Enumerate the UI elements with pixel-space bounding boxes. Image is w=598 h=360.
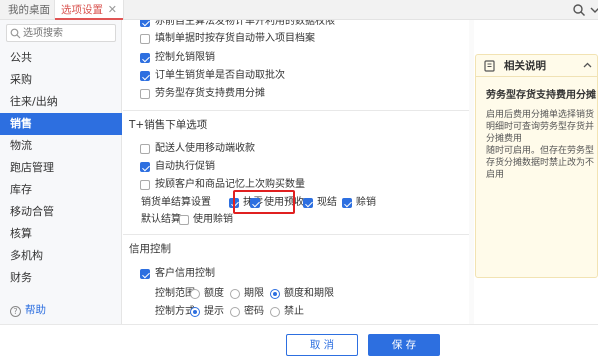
scrollbar[interactable]	[469, 20, 474, 324]
close-icon[interactable]: ✕	[108, 0, 117, 20]
option-labor-cost-label: 劳务型存货支持费用分摊	[155, 88, 265, 99]
checkbox-cash-settle[interactable]	[303, 198, 313, 208]
settle-setting-label: 销货单结算设置	[141, 197, 211, 208]
sidebar-item-accounts[interactable]: 往来/出纳	[0, 91, 122, 113]
radio-prompt-label: 提示	[204, 306, 224, 317]
radio-amount-label: 额度	[204, 288, 224, 299]
sidebar-item-accounting[interactable]: 核算	[0, 223, 122, 245]
sidebar: 公共 采购 往来/出纳 销售 物流 跑店管理 库存 移动合管 核算 多机构 财务…	[0, 20, 122, 360]
sidebar-item-purchase[interactable]: 采购	[0, 69, 122, 91]
footer-bar: 取 消 保 存	[0, 324, 598, 360]
sidebar-item-multi-org[interactable]: 多机构	[0, 245, 122, 267]
radio-amount-and-term[interactable]	[270, 289, 280, 299]
default-credit-label: 使用赊销	[193, 214, 233, 225]
checkbox-option-1[interactable]	[140, 20, 150, 27]
highlight-box	[233, 190, 295, 214]
settings-panel: 赤前自主算法发物计单开利用的数据权限 填制单据时按存货自动带入项目档案 控制允销…	[123, 20, 474, 324]
sidebar-item-finance[interactable]: 财务	[0, 267, 122, 289]
option-1-label: 赤前自主算法发物计单开利用的数据权限	[155, 20, 335, 27]
checkbox-default-credit[interactable]	[179, 215, 189, 225]
credit-mode-label: 控制方式	[155, 306, 195, 317]
search-icon	[10, 28, 21, 39]
radio-amount-and-term-label: 额度和期限	[284, 288, 334, 299]
radio-forbid[interactable]	[270, 307, 280, 317]
chevron-down-icon[interactable]	[588, 3, 598, 17]
search-icon[interactable]	[572, 3, 586, 17]
radio-password[interactable]	[230, 307, 240, 317]
sidebar-item-sales[interactable]: 销售	[0, 113, 122, 135]
tab-bar: 我的桌面 选项设置 ✕	[0, 0, 598, 20]
option-allow-restrict-label: 控制允销限销	[155, 52, 215, 63]
radio-prompt[interactable]	[190, 307, 200, 317]
divider	[123, 234, 474, 235]
sidebar-item-store-visit[interactable]: 跑店管理	[0, 157, 122, 179]
option-mobile-collection-label: 配送人使用移动端收款	[155, 143, 255, 154]
checkbox-auto-batch[interactable]	[140, 71, 150, 81]
checkbox-customer-credit[interactable]	[140, 269, 150, 279]
cancel-button[interactable]: 取 消	[286, 334, 358, 356]
credit-range-label: 控制范围	[155, 288, 195, 299]
info-panel: 相关说明 劳务型存货支持费用分摊 启用后费用分摊单选择销货明细时可查询劳务型存货…	[475, 54, 598, 278]
checkbox-credit-sale[interactable]	[342, 198, 352, 208]
section-title-t-sales: T+销售下单选项	[129, 119, 208, 131]
info-panel-title: 相关说明	[504, 60, 546, 72]
divider	[123, 110, 474, 111]
credit-sale-label: 赊销	[356, 197, 376, 208]
radio-term[interactable]	[230, 289, 240, 299]
checkbox-auto-promotion[interactable]	[140, 162, 150, 172]
checkbox-allow-restrict[interactable]	[140, 53, 150, 63]
option-auto-promotion-label: 自动执行促销	[155, 161, 215, 172]
customer-credit-label: 客户信用控制	[155, 268, 215, 279]
info-panel-body: 启用后费用分摊单选择销货明细时可查询劳务型存货并分摊费用 随时可启用。但存在劳务…	[486, 110, 595, 180]
cash-settle-label: 现结	[317, 197, 337, 208]
tab-label: 选项设置	[61, 4, 103, 16]
help-link[interactable]: ? 帮助	[10, 303, 46, 317]
checkbox-auto-project[interactable]	[140, 34, 150, 44]
radio-forbid-label: 禁止	[284, 306, 304, 317]
chevron-up-icon[interactable]	[582, 60, 593, 71]
sidebar-search[interactable]	[6, 24, 116, 42]
tab-options-settings[interactable]: 选项设置 ✕	[54, 0, 124, 20]
section-title-credit: 信用控制	[129, 243, 171, 255]
help-label: 帮助	[25, 304, 46, 316]
checkbox-remember-qty[interactable]	[140, 180, 150, 190]
radio-password-label: 密码	[244, 306, 264, 317]
default-settle-label: 默认结算	[141, 214, 181, 225]
info-panel-header: 相关说明	[476, 55, 597, 77]
option-auto-batch-label: 订单生销货单是否自动取批次	[155, 70, 285, 81]
sidebar-item-logistics[interactable]: 物流	[0, 135, 122, 157]
sidebar-item-mobile[interactable]: 移动合管	[0, 201, 122, 223]
radio-term-label: 期限	[244, 288, 264, 299]
checkbox-labor-cost[interactable]	[140, 89, 150, 99]
option-auto-project-label: 填制单据时按存货自动带入项目档案	[155, 33, 315, 44]
sidebar-item-public[interactable]: 公共	[0, 47, 122, 69]
question-icon: ?	[10, 306, 21, 317]
book-icon	[484, 60, 495, 72]
tab-home[interactable]: 我的桌面	[8, 0, 50, 20]
checkbox-mobile-collection[interactable]	[140, 144, 150, 154]
sidebar-item-inventory[interactable]: 库存	[0, 179, 122, 201]
save-button[interactable]: 保 存	[368, 334, 440, 356]
radio-amount[interactable]	[190, 289, 200, 299]
search-input[interactable]	[23, 26, 113, 40]
info-panel-subtitle: 劳务型存货支持费用分摊	[486, 90, 596, 101]
